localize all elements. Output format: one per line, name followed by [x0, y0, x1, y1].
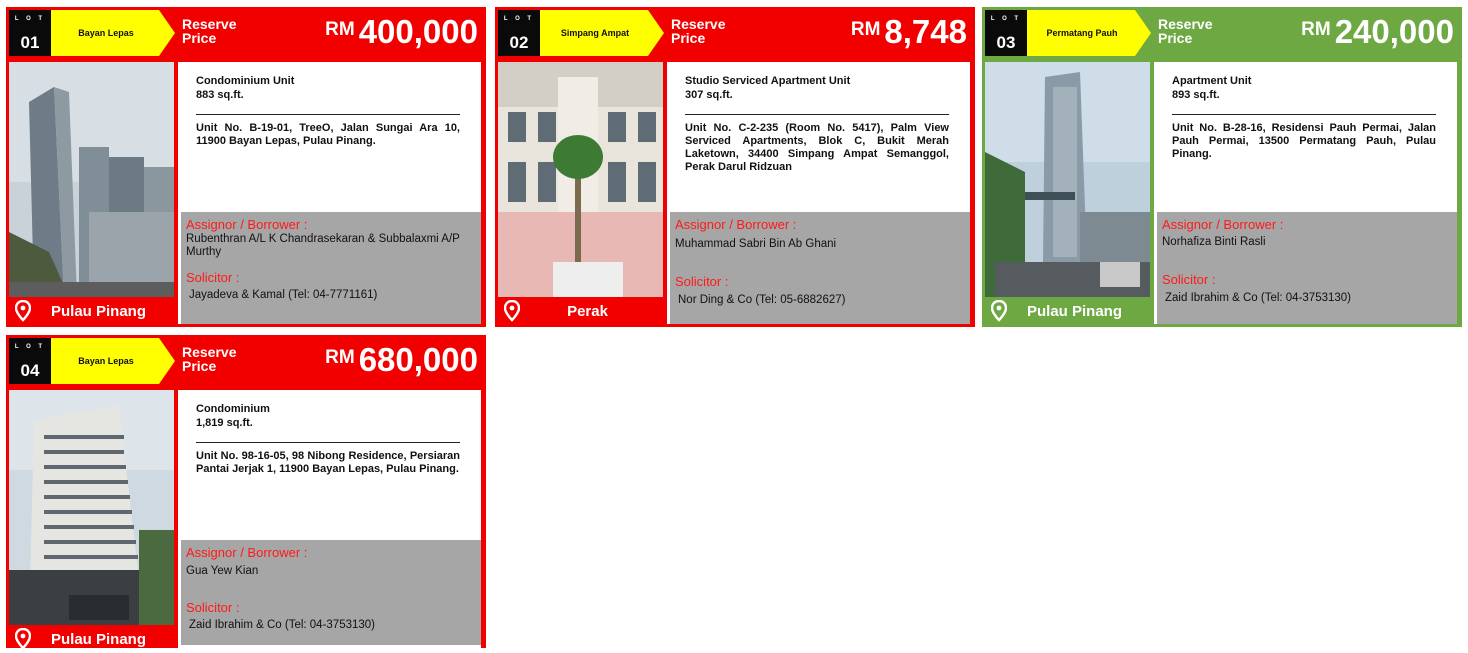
reserve-price-label: Reserve Price — [671, 16, 726, 46]
lot-number: 03 — [996, 33, 1016, 52]
property-type: Condominium Unit 883 sq.ft. — [196, 74, 466, 102]
divider — [196, 114, 460, 115]
property-address: Unit No. C-2-235 (Room No. 5417), Palm V… — [685, 122, 949, 173]
reserve-price: RM 240,000 — [1301, 13, 1454, 51]
location-name: Pulau Pinang — [1026, 303, 1122, 320]
price-amount: 240,000 — [1334, 13, 1454, 50]
details-panel: Apartment Unit 893 sq.ft. Unit No. B-28-1… — [1154, 62, 1457, 324]
currency-label: RM — [1301, 19, 1331, 40]
property-address: Unit No. B-28-16, Residensi Pauh Permai,… — [1172, 122, 1436, 160]
lot-number: 04 — [20, 361, 40, 380]
solicitor-name: Jayadeva & Kamal (Tel: 04-7771161) — [189, 289, 378, 301]
details-panel: Studio Serviced Apartment Unit 307 sq.ft.… — [667, 62, 970, 324]
lot-label: L O T — [14, 344, 46, 350]
solicitor-name: Nor Ding & Co (Tel: 05-6882627) — [678, 294, 846, 306]
solicitor-label: Solicitor : — [675, 274, 729, 289]
reserve-price: RM 400,000 — [325, 13, 478, 51]
property-address: Unit No. B-19-01, TreeO, Jalan Sungai Ar… — [196, 122, 460, 147]
lot-number-box: L O T 02 — [498, 10, 540, 56]
lot-label: L O T — [990, 16, 1022, 22]
property-size: 307 sq.ft. — [685, 89, 733, 101]
lot-card-04[interactable]: L O T 04 Bayan Lepas Reserve Price RM 680… — [6, 335, 486, 652]
lot-label: L O T — [503, 16, 535, 22]
lot-number-box: L O T 03 — [985, 10, 1027, 56]
assignor-label: Assignor / Borrower : — [186, 217, 308, 232]
property-type-text: Condominium Unit — [196, 75, 295, 87]
parties-box: Assignor / Borrower : Gua Yew Kian Solic… — [181, 540, 481, 645]
property-photo[interactable] — [9, 390, 174, 625]
divider — [685, 114, 949, 115]
reserve-price-label: Reserve Price — [182, 16, 237, 46]
assignor-name: Norhafiza Binti Rasli — [1162, 236, 1266, 248]
area-tag: Bayan Lepas — [51, 338, 175, 384]
lot-number-box: L O T 04 — [9, 338, 51, 384]
assignor-label: Assignor / Borrower : — [1162, 217, 1284, 232]
location-bar: Pulau Pinang — [9, 625, 174, 653]
reserve-price: RM 8,748 — [851, 13, 967, 51]
details-panel: Condominium 1,819 sq.ft. Unit No. 98-16-0… — [178, 390, 481, 652]
location-name: Pulau Pinang — [50, 631, 146, 648]
details-panel: Condominium Unit 883 sq.ft. Unit No. B-19… — [178, 62, 481, 324]
property-size: 1,819 sq.ft. — [196, 417, 253, 429]
parties-box: Assignor / Borrower : Muhammad Sabri Bin… — [670, 212, 970, 324]
solicitor-name: Zaid Ibrahim & Co (Tel: 04-3753130) — [189, 619, 376, 631]
area-name: Bayan Lepas — [78, 356, 134, 366]
assignor-label: Assignor / Borrower : — [675, 217, 797, 232]
divider — [1172, 114, 1436, 115]
property-photo[interactable] — [498, 62, 663, 297]
property-address: Unit No. 98-16-05, 98 Nibong Residence, … — [196, 450, 460, 475]
property-type: Apartment Unit 893 sq.ft. — [1172, 74, 1442, 102]
assignor-name: Muhammad Sabri Bin Ab Ghani — [675, 238, 837, 250]
property-photo[interactable] — [9, 62, 174, 297]
price-amount: 680,000 — [358, 341, 478, 378]
property-type-text: Studio Serviced Apartment Unit — [685, 75, 851, 87]
location-name: Perak — [567, 303, 608, 320]
reserve-price-label: Reserve Price — [182, 344, 237, 374]
parties-box: Assignor / Borrower : Rubenthran A/L K C… — [181, 212, 481, 324]
area-tag: Simpang Ampat — [540, 10, 664, 56]
location-bar: Perak — [498, 297, 663, 325]
divider — [196, 442, 460, 443]
location-name: Pulau Pinang — [50, 303, 146, 320]
solicitor-name: Zaid Ibrahim & Co (Tel: 04-3753130) — [1165, 292, 1352, 304]
solicitor-label: Solicitor : — [186, 270, 240, 285]
area-tag: Permatang Pauh — [1027, 10, 1151, 56]
assignor-label: Assignor / Borrower : — [186, 545, 308, 560]
currency-label: RM — [325, 347, 355, 368]
lot-card-02[interactable]: L O T 02 Simpang Ampat Reserve Price RM 8… — [495, 7, 975, 327]
price-amount: 400,000 — [358, 13, 478, 50]
price-amount: 8,748 — [884, 13, 967, 50]
solicitor-label: Solicitor : — [1162, 272, 1216, 287]
property-type: Condominium 1,819 sq.ft. — [196, 402, 466, 430]
area-tag: Bayan Lepas — [51, 10, 175, 56]
property-size: 893 sq.ft. — [1172, 89, 1220, 101]
lot-card-03[interactable]: L O T 03 Permatang Pauh Reserve Price RM… — [982, 7, 1462, 327]
assignor-name: Gua Yew Kian — [186, 565, 259, 577]
location-bar: Pulau Pinang — [985, 297, 1150, 325]
property-type-text: Apartment Unit — [1172, 75, 1252, 87]
lot-label: L O T — [14, 16, 46, 22]
property-type-text: Condominium — [196, 403, 270, 415]
property-size: 883 sq.ft. — [196, 89, 244, 101]
reserve-price-label: Reserve Price — [1158, 16, 1213, 46]
solicitor-label: Solicitor : — [186, 600, 240, 615]
parties-box: Assignor / Borrower : Norhafiza Binti Ra… — [1157, 212, 1457, 324]
lot-card-01[interactable]: L O T 01 Bayan Lepas Reserve Price RM 400… — [6, 7, 486, 327]
lot-number-box: L O T 01 — [9, 10, 51, 56]
area-name: Permatang Pauh — [1046, 28, 1118, 38]
currency-label: RM — [850, 19, 881, 40]
area-name: Bayan Lepas — [78, 28, 134, 38]
currency-label: RM — [325, 19, 355, 40]
property-photo[interactable] — [985, 62, 1150, 297]
location-bar: Pulau Pinang — [9, 297, 174, 325]
property-type: Studio Serviced Apartment Unit 307 sq.ft. — [685, 74, 955, 102]
lot-number: 01 — [20, 33, 40, 52]
assignor-name: Rubenthran A/L K Chandrasekaran & Subbal… — [186, 233, 460, 258]
area-name: Simpang Ampat — [560, 28, 630, 38]
reserve-price: RM 680,000 — [325, 341, 478, 379]
lot-number: 02 — [509, 33, 529, 52]
